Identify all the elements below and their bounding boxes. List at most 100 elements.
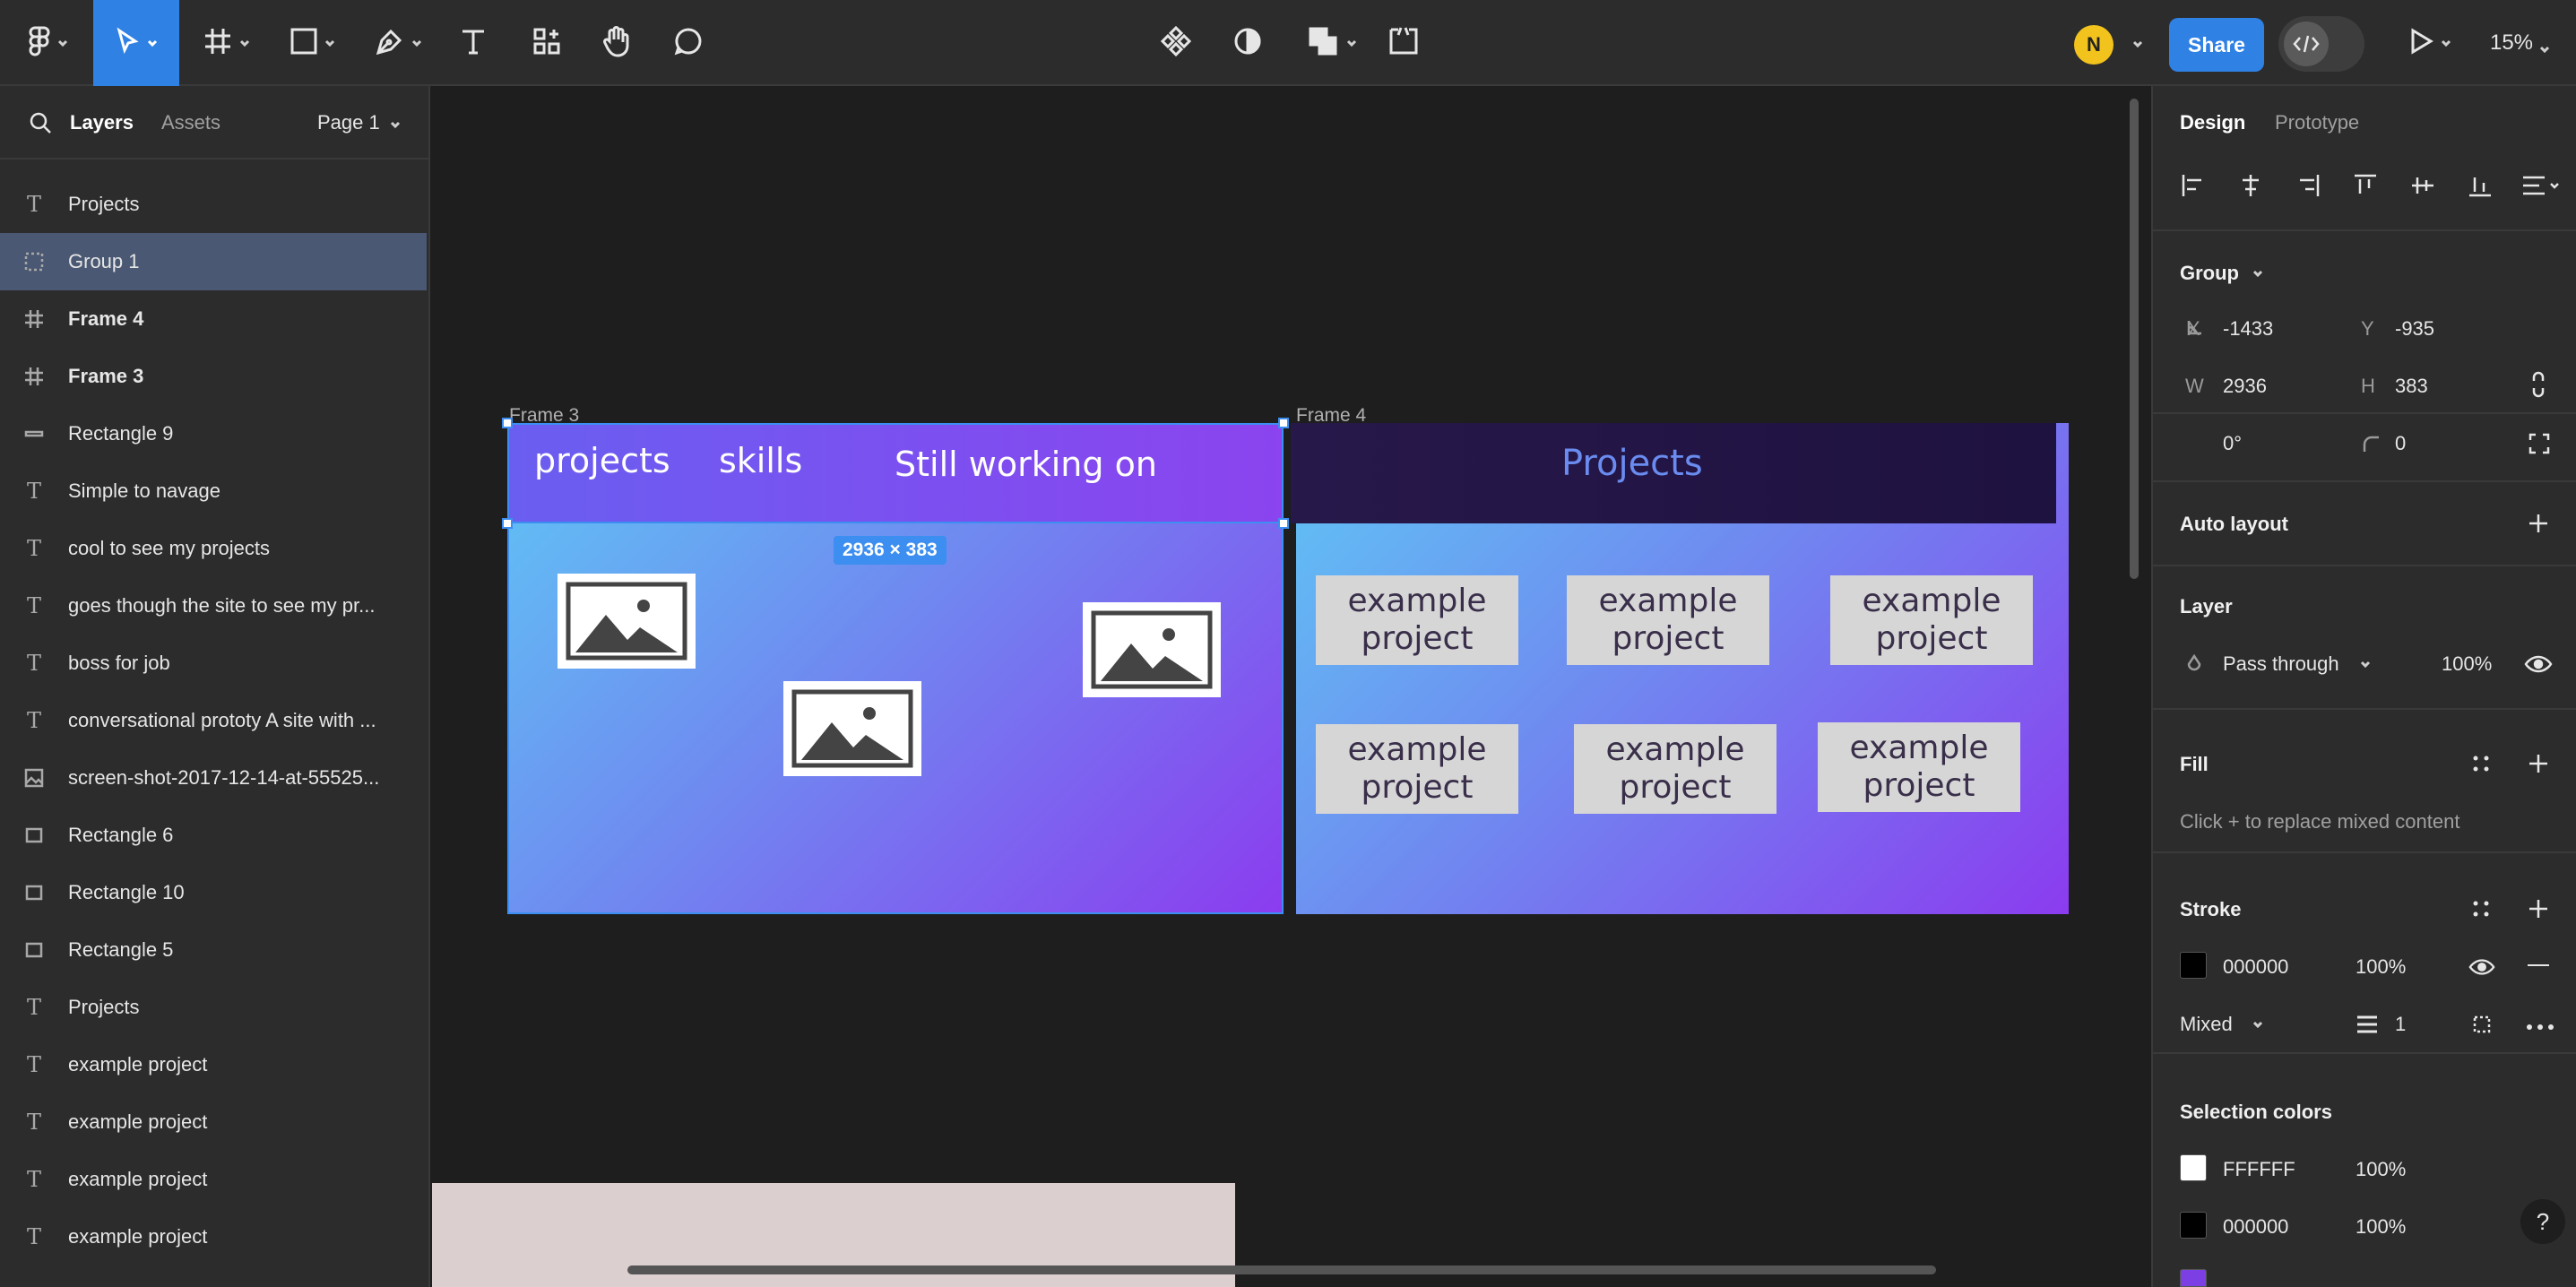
vertical-scrollbar[interactable] [2130, 99, 2139, 579]
layer-row[interactable]: Rectangle 9 [0, 405, 427, 462]
chevron-down-icon[interactable] [2252, 1018, 2264, 1031]
example-project-card: example project [1316, 724, 1518, 814]
horizontal-scrollbar[interactable] [627, 1265, 1936, 1274]
group-title[interactable]: Group [2180, 262, 2239, 285]
more-options-icon[interactable] [2526, 1020, 2554, 1036]
mask-button[interactable] [1226, 0, 1269, 86]
add-fill-icon[interactable] [2528, 753, 2549, 774]
layer-row[interactable]: screen-shot-2017-12-14-at-55525... [0, 749, 427, 807]
align-vertical-center-icon[interactable] [2409, 172, 2436, 203]
chevron-down-icon[interactable] [2131, 38, 2144, 50]
chevron-down-icon[interactable] [389, 118, 402, 131]
layer-row[interactable]: Texample project [0, 1093, 427, 1151]
shape-tool-button[interactable] [280, 0, 346, 86]
selection-color-swatch[interactable] [2180, 1269, 2207, 1287]
selection-color-opacity[interactable]: 100% [2356, 1215, 2406, 1239]
share-button[interactable]: Share [2169, 18, 2264, 72]
hand-tool-button[interactable] [593, 0, 640, 86]
tab-design[interactable]: Design [2180, 111, 2245, 134]
remove-stroke-icon[interactable] [2528, 964, 2549, 966]
layer-row[interactable]: T Projects [0, 979, 427, 1036]
layer-row[interactable]: Tcool to see my projects [0, 520, 427, 577]
selection-color-hex[interactable]: FFFFFF [2223, 1158, 2295, 1181]
zoom-menu[interactable]: 15% [2476, 0, 2565, 86]
create-component-button[interactable] [1154, 0, 1197, 86]
text-tool-button[interactable] [450, 0, 497, 86]
help-button[interactable]: ? [2520, 1199, 2565, 1244]
distribute-icon[interactable] [2520, 172, 2562, 203]
selection-color-swatch[interactable] [2180, 1154, 2207, 1181]
crop-button[interactable] [1382, 0, 1425, 86]
align-left-icon[interactable] [2180, 172, 2207, 203]
layer-row[interactable]: Texample project [0, 1036, 427, 1093]
resize-handle[interactable] [502, 418, 513, 428]
layer-row[interactable]: Texample project [0, 1208, 427, 1265]
frame-tool-button[interactable] [194, 0, 260, 86]
add-stroke-icon[interactable] [2528, 898, 2549, 920]
stroke-opacity[interactable]: 100% [2356, 955, 2406, 979]
style-grid-icon[interactable] [2470, 753, 2492, 779]
align-top-icon[interactable] [2352, 172, 2379, 203]
independent-corners-icon[interactable] [2528, 432, 2551, 460]
move-tool-button[interactable] [93, 0, 179, 86]
constrain-proportions-icon[interactable] [2528, 371, 2549, 402]
eye-icon[interactable] [2468, 957, 2495, 981]
corner-radius-icon [2361, 434, 2381, 458]
layer-opacity-input[interactable]: 100% [2442, 652, 2492, 676]
corner-radius-input[interactable]: 0 [2395, 432, 2406, 455]
layer-row[interactable]: Frame 3 [0, 348, 427, 405]
layer-row[interactable]: T Projects [0, 176, 427, 233]
search-icon[interactable] [29, 111, 52, 139]
design-canvas[interactable]: Frame 3 Frame 4 projects skills Still wo… [432, 86, 2149, 1287]
right-frame[interactable]: Projects example project example project… [1291, 423, 2069, 914]
rotation-input[interactable]: 0° [2223, 432, 2242, 455]
eye-icon[interactable] [2524, 654, 2553, 678]
blend-mode-select[interactable]: Pass through [2223, 652, 2339, 676]
tab-layers[interactable]: Layers [70, 111, 134, 134]
add-auto-layout-icon[interactable] [2528, 513, 2549, 534]
selection-color-hex[interactable]: 000000 [2223, 1215, 2288, 1239]
page-selector[interactable]: Page 1 [317, 111, 380, 134]
align-bottom-icon[interactable] [2467, 172, 2494, 203]
main-menu-button[interactable] [18, 0, 79, 86]
y-input[interactable]: -935 [2395, 317, 2434, 341]
layer-row[interactable]: Tboss for job [0, 635, 427, 692]
layer-row[interactable]: Rectangle 6 [0, 807, 427, 864]
boolean-ops-button[interactable] [1301, 0, 1364, 86]
pen-tool-button[interactable] [366, 0, 432, 86]
comment-tool-button[interactable] [665, 0, 712, 86]
chevron-down-icon[interactable] [2252, 267, 2264, 280]
layer-name: Rectangle 10 [68, 881, 185, 903]
stroke-color-swatch[interactable] [2180, 952, 2207, 979]
layer-row[interactable]: Texample project [0, 1151, 427, 1208]
x-input[interactable]: -1433 [2223, 317, 2273, 341]
stroke-position-select[interactable]: Mixed [2180, 1013, 2233, 1036]
style-grid-icon[interactable] [2470, 898, 2492, 924]
layer-row[interactable]: Rectangle 5 [0, 921, 427, 979]
h-input[interactable]: 383 [2395, 375, 2428, 398]
layer-row[interactable]: T Simple to navage [0, 462, 427, 520]
layer-row[interactable]: Group 1 [0, 233, 427, 290]
present-button[interactable] [2399, 0, 2461, 86]
selection-color-opacity[interactable]: 100% [2356, 1158, 2406, 1181]
w-input[interactable]: 2936 [2223, 375, 2267, 398]
resources-button[interactable] [523, 0, 570, 86]
align-horizontal-center-icon[interactable] [2237, 172, 2264, 203]
layer-row[interactable]: Tconversational prototy A site with ... [0, 692, 427, 749]
chevron-down-icon[interactable] [2359, 658, 2372, 670]
stroke-sides-icon[interactable] [2470, 1013, 2494, 1041]
layer-row[interactable]: Tgoes though the site to see my pr... [0, 577, 427, 635]
user-avatar[interactable]: N [2074, 25, 2114, 65]
dev-mode-toggle[interactable] [2278, 16, 2364, 72]
align-right-icon[interactable] [2295, 172, 2321, 203]
stroke-weight-input[interactable]: 1 [2395, 1013, 2406, 1036]
selection-color-swatch[interactable] [2180, 1212, 2207, 1239]
resize-handle[interactable] [1278, 518, 1289, 529]
layer-row[interactable]: Frame 4 [0, 290, 427, 348]
tab-prototype[interactable]: Prototype [2275, 111, 2359, 134]
stroke-color-hex[interactable]: 000000 [2223, 955, 2288, 979]
layer-row[interactable]: Rectangle 10 [0, 864, 427, 921]
resize-handle[interactable] [502, 518, 513, 529]
tab-assets[interactable]: Assets [161, 111, 220, 134]
resize-handle[interactable] [1278, 418, 1289, 428]
